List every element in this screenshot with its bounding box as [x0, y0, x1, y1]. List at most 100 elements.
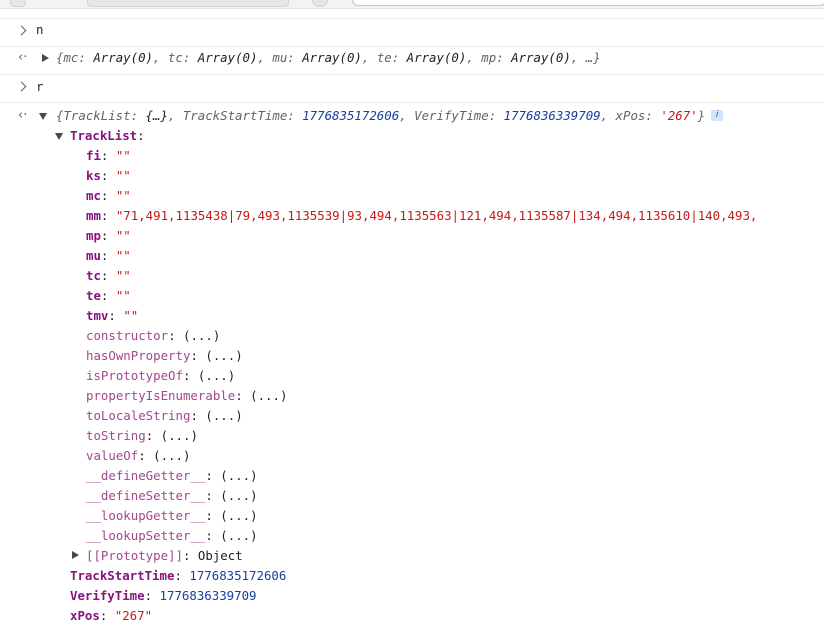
property-key: tc — [86, 268, 101, 283]
property-key: TrackStartTime — [70, 568, 175, 583]
lazy-value[interactable]: (...) — [153, 448, 190, 463]
method-row[interactable]: constructor: (...) — [86, 326, 220, 346]
lazy-value[interactable]: (...) — [205, 408, 242, 423]
method-key: __lookupGetter__ — [86, 508, 206, 523]
method-key: toLocaleString — [86, 408, 191, 423]
method-row[interactable]: valueOf: (...) — [86, 446, 190, 466]
preview-key: tc — [167, 50, 183, 65]
console-result-entry: ‹· {TrackList: {…}, TrackStartTime: 1776… — [0, 102, 824, 628]
toolbar-button[interactable] — [10, 0, 26, 7]
preview-key: mp — [481, 50, 497, 65]
lazy-value[interactable]: (...) — [198, 368, 235, 383]
property-row: mc: "" — [86, 188, 131, 203]
preview-value: Array(0) — [93, 50, 153, 65]
lazy-value[interactable]: (...) — [220, 508, 257, 523]
property-value: "267" — [114, 608, 153, 623]
expand-triangle-icon[interactable] — [72, 551, 79, 559]
property-key: tmv — [86, 308, 109, 323]
return-arrow-icon: ‹· — [18, 50, 28, 65]
property-row: mm: "71,491,1135438|79,493,1135539|93,49… — [86, 208, 758, 223]
console-input-text: r — [36, 79, 44, 94]
console-result-entry: ‹· {mc: Array(0), tc: Array(0), mu: Arra… — [0, 46, 824, 75]
method-key: __defineSetter__ — [86, 488, 206, 503]
method-row[interactable]: __defineGetter__: (...) — [86, 466, 258, 486]
expand-triangle-icon[interactable] — [42, 54, 49, 62]
property-key: mc — [86, 188, 101, 203]
property-row: TrackStartTime: 1776835172606 — [70, 568, 287, 583]
method-row[interactable]: hasOwnProperty: (...) — [86, 346, 243, 366]
method-key: constructor — [86, 328, 169, 343]
context-selector[interactable] — [87, 0, 289, 7]
property-value: "" — [115, 168, 131, 183]
property-value: "" — [115, 268, 131, 283]
property-row: tc: "" — [86, 268, 131, 283]
eye-icon[interactable] — [312, 0, 328, 7]
preview-key: te — [376, 50, 392, 65]
console-input-entry: r — [0, 74, 824, 103]
method-row[interactable]: isPrototypeOf: (...) — [86, 366, 235, 386]
property-key: mu — [86, 248, 101, 263]
preview-key: mc — [63, 50, 79, 65]
method-row[interactable]: toLocaleString: (...) — [86, 406, 243, 426]
property-key: xPos — [70, 608, 100, 623]
devtools-toolbar — [0, 0, 824, 9]
method-key: toString — [86, 428, 146, 443]
property-value: 1776835172606 — [189, 568, 287, 583]
preview-value: '267' — [660, 108, 698, 123]
preview-key: mu — [272, 50, 288, 65]
prompt-chevron-icon — [16, 77, 30, 97]
property-value: "" — [115, 148, 131, 163]
property-key: te — [86, 288, 101, 303]
property-key: fi — [86, 148, 101, 163]
preview-key: xPos — [615, 108, 646, 123]
preview-value: Array(0) — [406, 50, 467, 65]
method-row[interactable]: propertyIsEnumerable: (...) — [86, 386, 287, 406]
property-value: Object — [197, 548, 243, 563]
lazy-value[interactable]: (...) — [250, 388, 287, 403]
object-preview[interactable]: {mc: Array(0), tc: Array(0), mu: Array(0… — [56, 48, 601, 68]
property-value: "" — [115, 188, 131, 203]
tracklist-row[interactable]: TrackList: — [70, 126, 145, 146]
property-key: mm — [86, 208, 101, 223]
property-value: "" — [115, 248, 131, 263]
preview-value: Array(0) — [511, 50, 571, 65]
property-key: TrackList — [70, 128, 138, 143]
prototype-row[interactable]: [[Prototype]]: Object — [86, 546, 243, 566]
property-key: ks — [86, 168, 101, 183]
property-key: VerifyTime — [70, 588, 145, 603]
lazy-value[interactable]: (...) — [220, 488, 257, 503]
method-row[interactable]: __lookupGetter__: (...) — [86, 506, 258, 526]
method-key: __lookupSetter__ — [86, 528, 206, 543]
object-preview[interactable]: {TrackList: {…}, TrackStartTime: 1776835… — [56, 106, 724, 126]
method-row[interactable]: __lookupSetter__: (...) — [86, 526, 258, 546]
property-row: mu: "" — [86, 248, 131, 263]
preview-value: 1776835172606 — [302, 108, 400, 123]
preview-value: 1776836339709 — [503, 108, 601, 123]
property-row: fi: "" — [86, 148, 131, 163]
lazy-value[interactable]: (...) — [220, 468, 257, 483]
property-row: xPos: "267" — [70, 608, 153, 623]
return-arrow-icon: ‹· — [18, 108, 28, 123]
method-key: isPrototypeOf — [86, 368, 183, 383]
lazy-value[interactable]: (...) — [205, 348, 242, 363]
property-value: "71,491,1135438|79,493,1135539|93,494,11… — [115, 208, 758, 223]
property-value: "" — [115, 288, 131, 303]
preview-key: VerifyTime — [414, 108, 489, 123]
prompt-chevron-icon — [16, 21, 30, 41]
property-value: "" — [123, 308, 139, 323]
info-icon[interactable]: i — [711, 110, 724, 121]
method-row[interactable]: __defineSetter__: (...) — [86, 486, 258, 506]
property-row: mp: "" — [86, 228, 131, 243]
preview-value: Array(0) — [197, 50, 258, 65]
property-value: 1776836339709 — [159, 588, 257, 603]
lazy-value[interactable]: (...) — [220, 528, 257, 543]
method-row[interactable]: toString: (...) — [86, 426, 198, 446]
preview-value: {…} — [145, 108, 168, 123]
lazy-value[interactable]: (...) — [183, 328, 220, 343]
collapse-triangle-icon[interactable] — [55, 133, 63, 140]
console-input-text: n — [36, 22, 44, 37]
console-filter-input[interactable] — [352, 0, 824, 6]
lazy-value[interactable]: (...) — [161, 428, 198, 443]
property-row: tmv: "" — [86, 308, 139, 323]
collapse-triangle-icon[interactable] — [39, 113, 47, 120]
